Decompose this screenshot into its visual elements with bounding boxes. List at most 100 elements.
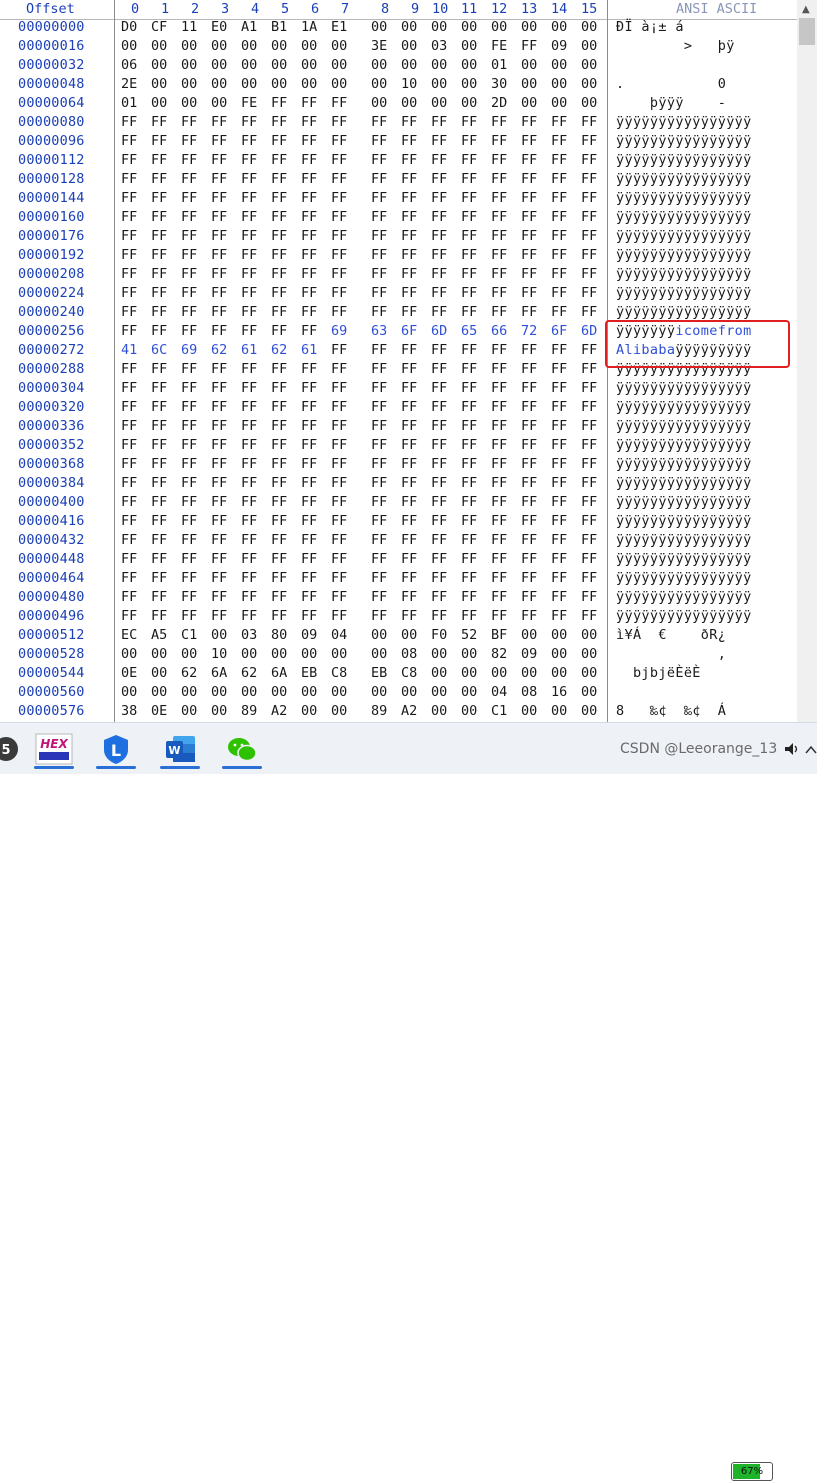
hex-byte[interactable]: FF [331,285,347,301]
hex-byte[interactable]: FF [491,133,507,149]
hex-byte[interactable]: FF [581,532,597,548]
ascii-text[interactable]: ÐÏ à¡± á [616,19,684,35]
hex-byte[interactable]: FF [301,570,317,586]
hex-byte[interactable]: FF [581,399,597,415]
hex-byte[interactable]: FF [181,551,197,567]
hex-byte[interactable]: FF [151,152,167,168]
vertical-scrollbar[interactable]: ▲ [797,0,817,722]
hex-byte[interactable]: FF [551,418,567,434]
hex-byte[interactable]: FF [401,171,417,187]
hex-byte[interactable]: FF [551,247,567,263]
hex-byte[interactable]: 00 [151,646,167,662]
hex-byte[interactable]: FF [151,209,167,225]
hex-byte[interactable]: FF [371,608,387,624]
hex-row[interactable]: 00000304 FF FF FF FF FF FF FF FF FF FF FF FF FF FF FF FF… [0,380,797,399]
hex-byte[interactable]: FF [371,190,387,206]
hex-row[interactable]: 00000320 FF FF FF FF FF FF FF FF FF FF FF FF FF FF FF FF… [0,399,797,418]
hex-byte[interactable]: FF [431,247,447,263]
hex-byte[interactable]: FF [181,304,197,320]
hex-byte[interactable]: FF [521,266,537,282]
hex-byte[interactable]: FF [431,532,447,548]
hex-byte[interactable]: FF [461,285,477,301]
hex-byte[interactable]: FF [121,152,137,168]
hex-byte[interactable]: 00 [461,95,477,111]
hex-byte[interactable]: FF [551,608,567,624]
hex-byte[interactable]: FF [241,152,257,168]
hex-row[interactable]: 00000464 FF FF FF FF FF FF FF FF FF FF FF FF FF FF FF FF… [0,570,797,589]
hex-byte[interactable]: 38 [121,703,137,719]
hex-byte[interactable]: FF [581,152,597,168]
hex-byte[interactable]: FF [211,380,227,396]
hex-byte[interactable]: FF [401,494,417,510]
hex-byte[interactable]: FF [581,380,597,396]
hex-byte[interactable]: FF [551,209,567,225]
battery-indicator[interactable]: 67% [731,1462,773,1481]
hex-byte[interactable]: FF [431,228,447,244]
hex-byte[interactable]: FF [271,266,287,282]
hex-byte[interactable]: 00 [211,627,227,643]
hex-row[interactable]: 00000448 FF FF FF FF FF FF FF FF FF FF FF FF FF FF FF FF… [0,551,797,570]
hex-byte[interactable]: 61 [241,342,257,358]
hex-byte[interactable]: FF [211,152,227,168]
hex-byte[interactable]: FF [521,380,537,396]
hex-row[interactable]: 00000352 FF FF FF FF FF FF FF FF FF FF FF FF FF FF FF FF… [0,437,797,456]
hex-byte[interactable]: FF [461,513,477,529]
hex-byte[interactable]: FF [301,228,317,244]
hex-byte[interactable]: FF [371,152,387,168]
hex-byte[interactable]: 00 [431,684,447,700]
hex-byte[interactable]: 00 [401,684,417,700]
hex-row[interactable]: 00000416 FF FF FF FF FF FF FF FF FF FF FF FF FF FF FF FF… [0,513,797,532]
hex-byte[interactable]: FF [461,608,477,624]
hex-byte[interactable]: FF [301,494,317,510]
hex-byte[interactable]: FF [551,589,567,605]
hex-byte[interactable]: FF [491,247,507,263]
hex-byte[interactable]: FF [431,589,447,605]
hex-byte[interactable]: FF [271,247,287,263]
hex-byte[interactable]: FF [211,247,227,263]
hex-byte[interactable]: FF [211,513,227,529]
hex-byte[interactable]: FF [301,418,317,434]
hex-byte[interactable]: FF [521,513,537,529]
ascii-text[interactable]: ÿÿÿÿÿÿÿÿÿÿÿÿÿÿÿÿ [616,171,752,187]
hex-row[interactable]: 00000080 FF FF FF FF FF FF FF FF FF FF FF FF FF FF FF FF… [0,114,797,133]
hex-byte[interactable]: 6C [151,342,167,358]
hex-byte[interactable]: FF [301,114,317,130]
hex-byte[interactable]: 61 [301,342,317,358]
hex-byte[interactable]: B1 [271,19,287,35]
hex-byte[interactable]: 00 [241,684,257,700]
hex-byte[interactable]: FF [211,494,227,510]
hex-byte[interactable]: E0 [211,19,227,35]
hex-row[interactable]: 00000112 FF FF FF FF FF FF FF FF FF FF FF FF FF FF FF FF… [0,152,797,171]
hex-byte[interactable]: FF [371,285,387,301]
hex-byte[interactable]: FF [521,551,537,567]
hex-byte[interactable]: FF [241,532,257,548]
hex-byte[interactable]: FF [211,228,227,244]
hex-byte[interactable]: FF [181,209,197,225]
hex-byte[interactable]: FF [331,532,347,548]
hex-byte[interactable]: FF [581,551,597,567]
hex-byte[interactable]: FF [371,570,387,586]
hex-byte[interactable]: 00 [151,76,167,92]
ascii-text[interactable]: ì¥Á € ðR¿ [616,627,726,643]
hex-byte[interactable]: FF [401,589,417,605]
hex-byte[interactable]: 00 [181,95,197,111]
hex-byte[interactable]: FF [401,152,417,168]
hex-byte[interactable]: 00 [581,76,597,92]
hex-byte[interactable]: FF [401,532,417,548]
hex-byte[interactable]: FF [521,285,537,301]
hex-byte[interactable]: 00 [371,19,387,35]
hex-byte[interactable]: FF [181,228,197,244]
hex-byte[interactable]: 00 [461,57,477,73]
chevron-up-icon[interactable] [805,745,817,755]
hex-row[interactable]: 00000176 FF FF FF FF FF FF FF FF FF FF FF FF FF FF FF FF… [0,228,797,247]
hex-byte[interactable]: FF [211,532,227,548]
hex-byte[interactable]: FF [241,551,257,567]
hex-byte[interactable]: FF [461,209,477,225]
hex-byte[interactable]: 00 [581,684,597,700]
hex-byte[interactable]: FF [331,247,347,263]
hex-row[interactable]: 00000048 2E 00 00 00 00 00 00 00 00 10 00 00 30 00 00 00… [0,76,797,95]
hex-byte[interactable]: 09 [521,646,537,662]
hex-row[interactable]: 00000496 FF FF FF FF FF FF FF FF FF FF FF FF FF FF FF FF… [0,608,797,627]
hex-byte[interactable]: 6F [551,323,567,339]
scroll-up-icon[interactable]: ▲ [802,4,810,15]
